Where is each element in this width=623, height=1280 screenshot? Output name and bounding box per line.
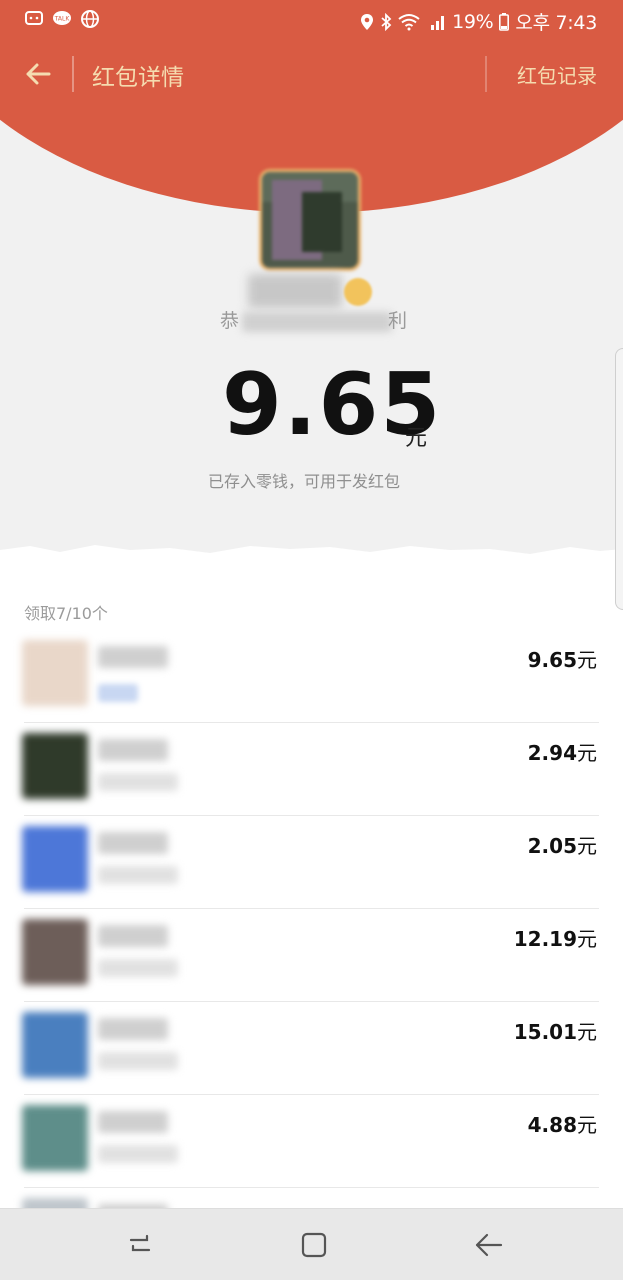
list-item[interactable]: 15.01元 bbox=[0, 1002, 623, 1095]
red-packet-records-link[interactable]: 红包记录 bbox=[517, 60, 597, 89]
status-right: 19% 오후 7:43 bbox=[360, 8, 597, 35]
recipient-time bbox=[98, 866, 178, 884]
battery-icon bbox=[499, 12, 510, 31]
recipient-time bbox=[98, 1145, 178, 1163]
avatar bbox=[22, 919, 88, 985]
recents-button[interactable] bbox=[120, 1227, 160, 1263]
amount-unit: 元 bbox=[405, 426, 428, 451]
torn-edge bbox=[0, 545, 623, 578]
recipient-time bbox=[98, 959, 178, 977]
avatar bbox=[22, 1105, 88, 1171]
recipient-amount: 9.65元 bbox=[527, 648, 597, 672]
recipient-name bbox=[98, 1111, 168, 1133]
summary-area: 恭 利 9.65 元 已存入零钱，可用于发红包 bbox=[0, 108, 623, 578]
system-nav-bar bbox=[0, 1208, 623, 1280]
status-time: 오후 7:43 bbox=[515, 12, 597, 34]
location-icon bbox=[361, 13, 374, 30]
header-bar: 红包详情 红包记录 bbox=[0, 40, 623, 108]
recipient-amount: 12.19元 bbox=[513, 927, 597, 951]
list-item[interactable]: 12.19元 bbox=[0, 909, 623, 1002]
wifi-icon bbox=[398, 13, 420, 30]
avatar bbox=[22, 640, 88, 706]
recipient-name bbox=[98, 646, 168, 668]
header-divider-right bbox=[485, 56, 487, 92]
sender-badge-icon bbox=[344, 278, 372, 306]
list-item[interactable]: 2.94元 bbox=[0, 723, 623, 816]
recipient-amount: 2.94元 bbox=[527, 741, 597, 765]
nav-back-icon bbox=[475, 1233, 503, 1257]
sender-name bbox=[248, 274, 342, 308]
amount-note[interactable]: 已存入零钱，可用于发红包 bbox=[208, 468, 400, 492]
avatar bbox=[22, 1012, 88, 1078]
recipient-name bbox=[98, 739, 168, 761]
page-title: 红包详情 bbox=[92, 65, 184, 91]
svg-text:TALK: TALK bbox=[54, 16, 71, 23]
globe-icon bbox=[81, 10, 99, 28]
recipient-time bbox=[98, 773, 178, 791]
status-left-icons: TALK bbox=[24, 9, 100, 29]
recipient-name bbox=[98, 1018, 168, 1040]
recipient-list: 9.65元 2.94元 2.05元 12.19元 15.01元 4.88元 bbox=[0, 630, 623, 1280]
list-item[interactable]: 9.65元 bbox=[0, 630, 623, 723]
back-button[interactable] bbox=[18, 54, 58, 94]
list-item[interactable]: 2.05元 bbox=[0, 816, 623, 909]
recents-icon bbox=[129, 1234, 151, 1252]
home-button[interactable] bbox=[294, 1227, 334, 1263]
avatar bbox=[22, 733, 88, 799]
talk-icon: TALK bbox=[53, 11, 71, 25]
app-icon bbox=[25, 11, 43, 25]
greeting-start: 恭 bbox=[220, 310, 240, 332]
recipient-amount: 15.01元 bbox=[513, 1020, 597, 1044]
status-bar: TALK 19% 오후 7:43 bbox=[0, 0, 623, 40]
recipient-time bbox=[98, 1052, 178, 1070]
bluetooth-icon bbox=[381, 12, 392, 31]
signal-icon bbox=[431, 15, 445, 30]
battery-percent: 19% bbox=[452, 10, 494, 33]
list-item[interactable]: 4.88元 bbox=[0, 1095, 623, 1188]
greeting-text bbox=[242, 312, 392, 332]
home-icon bbox=[301, 1232, 327, 1258]
back-arrow-icon bbox=[26, 63, 51, 85]
avatar bbox=[22, 826, 88, 892]
nav-back-button[interactable] bbox=[468, 1227, 508, 1263]
sender-avatar[interactable] bbox=[262, 172, 358, 268]
received-count: 领取7/10个 bbox=[24, 604, 108, 623]
scroll-handle[interactable] bbox=[615, 348, 623, 610]
header-divider bbox=[72, 56, 74, 92]
best-luck-tag bbox=[98, 684, 138, 702]
recipient-amount: 4.88元 bbox=[527, 1113, 597, 1137]
recipient-name bbox=[98, 832, 168, 854]
recipient-name bbox=[98, 925, 168, 947]
recipient-amount: 2.05元 bbox=[527, 834, 597, 858]
greeting-end: 利 bbox=[388, 310, 408, 332]
